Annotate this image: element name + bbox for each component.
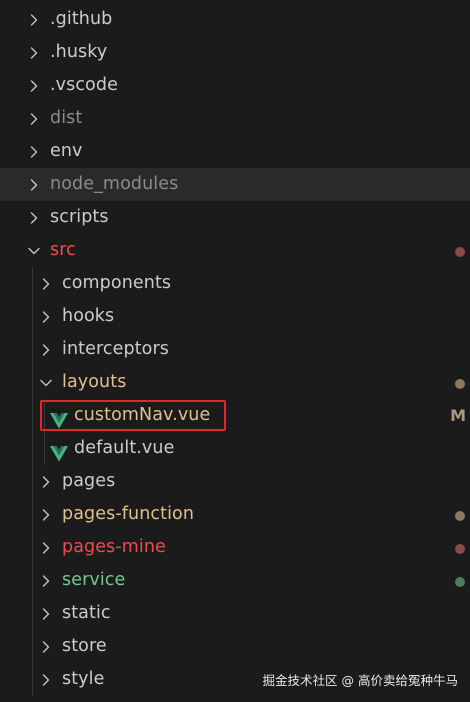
indent-guide	[32, 498, 33, 531]
item-label: env	[50, 141, 83, 161]
chevron-right-icon[interactable]	[27, 145, 41, 159]
folder-item-node-modules[interactable]: node_modules	[0, 168, 470, 201]
folder-item-src[interactable]: src	[0, 234, 470, 267]
item-label: pages-mine	[62, 537, 166, 557]
folder-item-env[interactable]: env	[0, 135, 470, 168]
item-label: style	[62, 669, 105, 689]
indent-guide	[32, 663, 33, 696]
folder-item-pages-mine[interactable]: pages-mine	[0, 531, 470, 564]
folder-item-store[interactable]: store	[0, 630, 470, 663]
git-status-dot	[455, 511, 465, 521]
indent-guide	[32, 333, 33, 366]
indent-guide	[32, 267, 33, 300]
item-label: .github	[50, 9, 113, 29]
item-label: components	[62, 273, 172, 293]
vue-file-icon	[50, 407, 68, 429]
chevron-right-icon[interactable]	[39, 673, 53, 687]
folder-item-interceptors[interactable]: interceptors	[0, 333, 470, 366]
folder-item-github[interactable]: .github	[0, 3, 470, 36]
chevron-right-icon[interactable]	[27, 211, 41, 225]
item-label: src	[50, 240, 76, 260]
item-label: pages	[62, 471, 116, 491]
item-label: static	[62, 603, 111, 623]
chevron-right-icon[interactable]	[27, 46, 41, 60]
item-label: interceptors	[62, 339, 169, 359]
folder-item-dist[interactable]: dist	[0, 102, 470, 135]
folder-item-components[interactable]: components	[0, 267, 470, 300]
chevron-right-icon[interactable]	[39, 277, 53, 291]
item-label: service	[62, 570, 126, 590]
item-label: pages-function	[62, 504, 195, 524]
chevron-right-icon[interactable]	[39, 343, 53, 357]
folder-item-static[interactable]: static	[0, 597, 470, 630]
vue-file-icon	[50, 440, 68, 462]
chevron-right-icon[interactable]	[39, 574, 53, 588]
git-status-dot	[455, 577, 465, 587]
git-status-dot	[455, 247, 465, 257]
item-label: .husky	[50, 42, 108, 62]
chevron-right-icon[interactable]	[27, 79, 41, 93]
indent-guide	[32, 531, 33, 564]
item-label: store	[62, 636, 107, 656]
chevron-right-icon[interactable]	[27, 13, 41, 27]
item-label: dist	[50, 108, 83, 128]
folder-item-layouts[interactable]: layouts	[0, 366, 470, 399]
watermark-text: 掘金技术社区 @ 高价卖给冤种牛马	[262, 673, 458, 688]
chevron-right-icon[interactable]	[39, 508, 53, 522]
chevron-right-icon[interactable]	[27, 112, 41, 126]
indent-guide	[44, 432, 45, 465]
indent-guide	[44, 399, 45, 432]
indent-guide	[32, 432, 33, 465]
folder-item-pages[interactable]: pages	[0, 465, 470, 498]
git-modified-badge: M	[450, 406, 466, 425]
chevron-right-icon[interactable]	[39, 541, 53, 555]
item-label: hooks	[62, 306, 115, 326]
chevron-right-icon[interactable]	[39, 310, 53, 324]
indent-guide	[32, 597, 33, 630]
file-explorer-tree: .github .husky .vscode dist env node_moduless…	[0, 3, 470, 696]
git-status-dot	[455, 544, 465, 554]
item-label: .vscode	[50, 75, 118, 95]
indent-guide	[32, 630, 33, 663]
indent-guide	[32, 366, 33, 399]
folder-item-service[interactable]: service	[0, 564, 470, 597]
folder-item-scripts[interactable]: scripts	[0, 201, 470, 234]
chevron-right-icon[interactable]	[39, 475, 53, 489]
item-label: customNav.vue	[74, 405, 211, 425]
item-label: layouts	[62, 372, 127, 392]
file-item-default-vue[interactable]: default.vue	[0, 432, 470, 465]
chevron-right-icon[interactable]	[27, 178, 41, 192]
chevron-down-icon[interactable]	[27, 244, 41, 258]
file-item-customnav-vue[interactable]: customNav.vue M	[0, 399, 470, 432]
folder-item-husky[interactable]: .husky	[0, 36, 470, 69]
item-label: scripts	[50, 207, 109, 227]
indent-guide	[32, 300, 33, 333]
chevron-right-icon[interactable]	[39, 640, 53, 654]
item-label: default.vue	[74, 438, 175, 458]
indent-guide	[32, 399, 33, 432]
git-status-dot	[455, 379, 465, 389]
chevron-down-icon[interactable]	[39, 376, 53, 390]
indent-guide	[32, 465, 33, 498]
item-label: node_modules	[50, 174, 179, 194]
folder-item-pages-function[interactable]: pages-function	[0, 498, 470, 531]
indent-guide	[32, 564, 33, 597]
folder-item-vscode[interactable]: .vscode	[0, 69, 470, 102]
chevron-right-icon[interactable]	[39, 607, 53, 621]
folder-item-hooks[interactable]: hooks	[0, 300, 470, 333]
